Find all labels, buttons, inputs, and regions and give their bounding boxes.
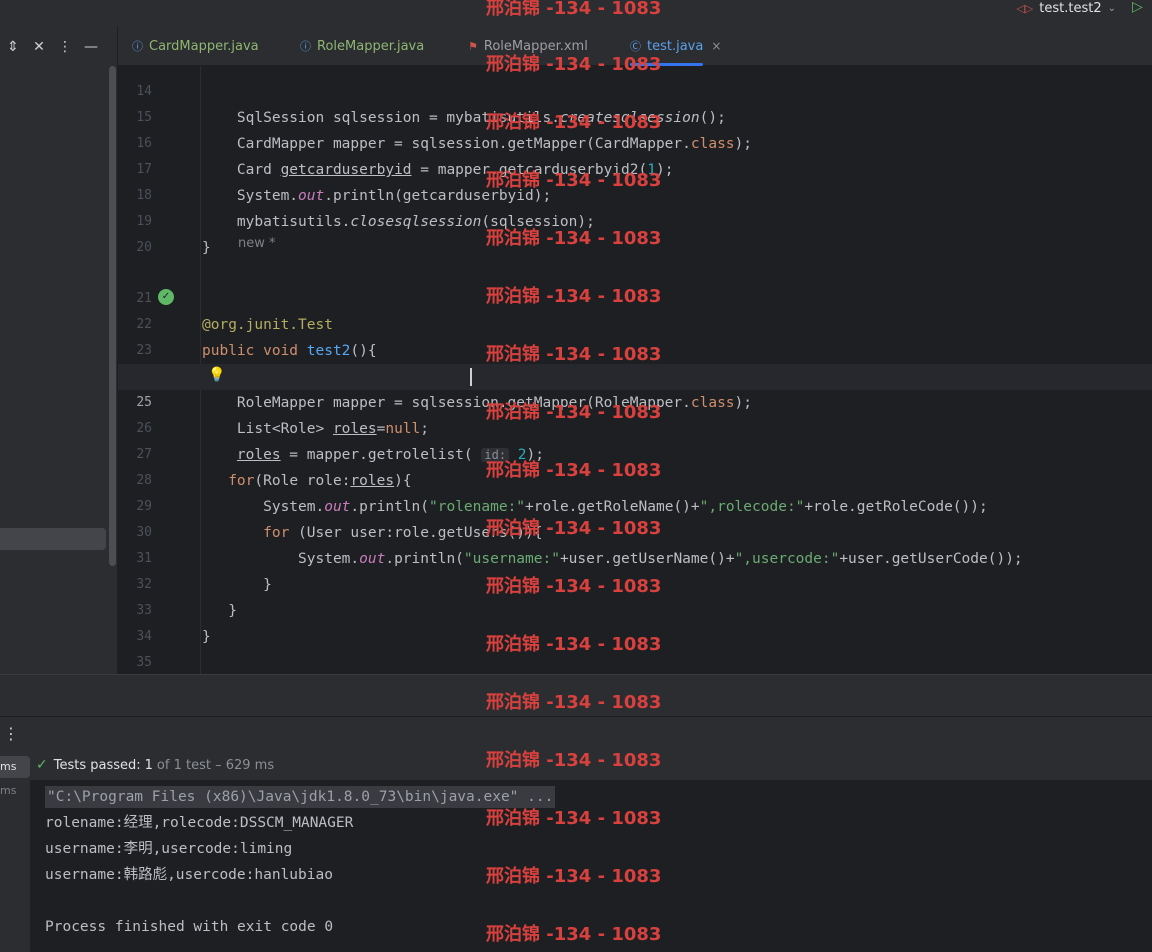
watermark-text: 邢泊锦 -134 - 1083 bbox=[486, 576, 662, 597]
project-toolbar: ⇕ ✕ ⋮ — bbox=[0, 36, 118, 58]
lightbulb-icon[interactable]: 💡 bbox=[208, 367, 225, 383]
chevron-down-icon: ⌄ bbox=[1107, 2, 1116, 14]
junit-config-icon: ◁▷ bbox=[1016, 1, 1034, 15]
watermark-text: 邢泊锦 -134 - 1083 bbox=[486, 112, 662, 133]
code-line: 34 bbox=[118, 598, 1152, 644]
run-config-label: test.test2 bbox=[1039, 0, 1102, 16]
minimize-icon[interactable]: — bbox=[78, 39, 104, 55]
console-output-line: username:李明,usercode:liming bbox=[45, 841, 293, 857]
tab-label: CardMapper.java bbox=[149, 38, 259, 54]
watermark-text: 邢泊锦 -134 - 1083 bbox=[486, 344, 662, 365]
watermark-text: 邢泊锦 -134 - 1083 bbox=[486, 402, 662, 423]
code-line: 23 SqlSession sqlsession = mybatisutils.… bbox=[118, 312, 1152, 385]
usages-inlay-hint[interactable]: new * bbox=[238, 236, 276, 251]
tab-cardmapper-java[interactable]: ⓘ CardMapper.java bbox=[132, 26, 259, 66]
code-line: 32 } bbox=[118, 546, 1152, 619]
tab-label: RoleMapper.java bbox=[317, 38, 425, 54]
text-caret bbox=[470, 368, 472, 386]
watermark-text: 邢泊锦 -134 - 1083 bbox=[486, 170, 662, 191]
watermark-text: 邢泊锦 -134 - 1083 bbox=[486, 518, 662, 539]
line-code: } bbox=[202, 240, 211, 256]
code-line: 17 System.out.println(getcarduserbyid); bbox=[118, 131, 1152, 204]
tests-passed-label: Tests passed: bbox=[53, 757, 141, 773]
watermark-text: 邢泊锦 -134 - 1083 bbox=[486, 808, 662, 829]
console-command-line[interactable]: "C:\Program Files (x86)\Java\jdk1.8.0_73… bbox=[45, 786, 556, 808]
close-tab-icon[interactable]: × bbox=[711, 39, 721, 53]
code-line-current: 25 List<Role> roles=null; bbox=[118, 364, 1152, 437]
check-icon: ✓ bbox=[36, 757, 48, 773]
watermark-text: 邢泊锦 -134 - 1083 bbox=[486, 460, 662, 481]
test-tree-item[interactable]: ms bbox=[0, 784, 16, 797]
tests-passed-count: 1 bbox=[144, 757, 153, 773]
expand-collapse-icon[interactable]: ⇕ bbox=[0, 39, 26, 55]
console-output-line: username:韩路彪,usercode:hanlubiao bbox=[45, 867, 333, 883]
watermark-text: 邢泊锦 -134 - 1083 bbox=[486, 634, 662, 655]
tab-rolemapper-java[interactable]: ⓘ RoleMapper.java bbox=[300, 26, 424, 66]
console-output-line: rolename:经理,rolecode:DSSCM_MANAGER bbox=[45, 815, 354, 831]
xml-file-icon: ⚑ bbox=[468, 39, 478, 53]
watermark-text: 邢泊锦 -134 - 1083 bbox=[486, 692, 662, 713]
watermark-text: 邢泊锦 -134 - 1083 bbox=[486, 286, 662, 307]
line-number: 20 bbox=[136, 240, 152, 255]
interface-icon: ⓘ bbox=[132, 40, 143, 53]
console-output-line: Process finished with exit code 0 bbox=[45, 919, 334, 935]
watermark-text: 邢泊锦 -134 - 1083 bbox=[486, 750, 662, 771]
close-icon[interactable]: ✕ bbox=[26, 39, 52, 55]
interface-icon: ⓘ bbox=[300, 40, 311, 53]
play-icon[interactable]: ▷ bbox=[1132, 0, 1148, 16]
run-toolbar: ⋮ bbox=[0, 716, 1152, 750]
watermark-text: 邢泊锦 -134 - 1083 bbox=[486, 54, 662, 75]
code-line: 15 CardMapper mapper = sqlsession.getMap… bbox=[118, 79, 1152, 152]
project-tree-selected-row[interactable] bbox=[0, 528, 106, 550]
run-test-gutter-icon[interactable]: ✓ bbox=[158, 289, 174, 305]
watermark-text: 邢泊锦 -134 - 1083 bbox=[486, 924, 662, 945]
watermark-text: 邢泊锦 -134 - 1083 bbox=[486, 228, 662, 249]
tests-summary: of 1 test – 629 ms bbox=[156, 757, 275, 773]
watermark-text: 邢泊锦 -134 - 1083 bbox=[486, 866, 662, 887]
test-tree-selected-item[interactable]: ms bbox=[0, 756, 30, 778]
watermark-text: 邢泊锦 -134 - 1083 bbox=[486, 0, 662, 19]
project-scrollbar[interactable] bbox=[109, 66, 116, 566]
more-vertical-icon[interactable]: ⋮ bbox=[3, 724, 19, 743]
project-panel: ⇕ ✕ ⋮ — bbox=[0, 26, 118, 674]
run-configuration-selector[interactable]: ◁▷ test.test2 ⌄ bbox=[1016, 0, 1116, 16]
test-results-tree: ms ms bbox=[0, 750, 30, 952]
more-vertical-icon[interactable]: ⋮ bbox=[52, 39, 78, 55]
